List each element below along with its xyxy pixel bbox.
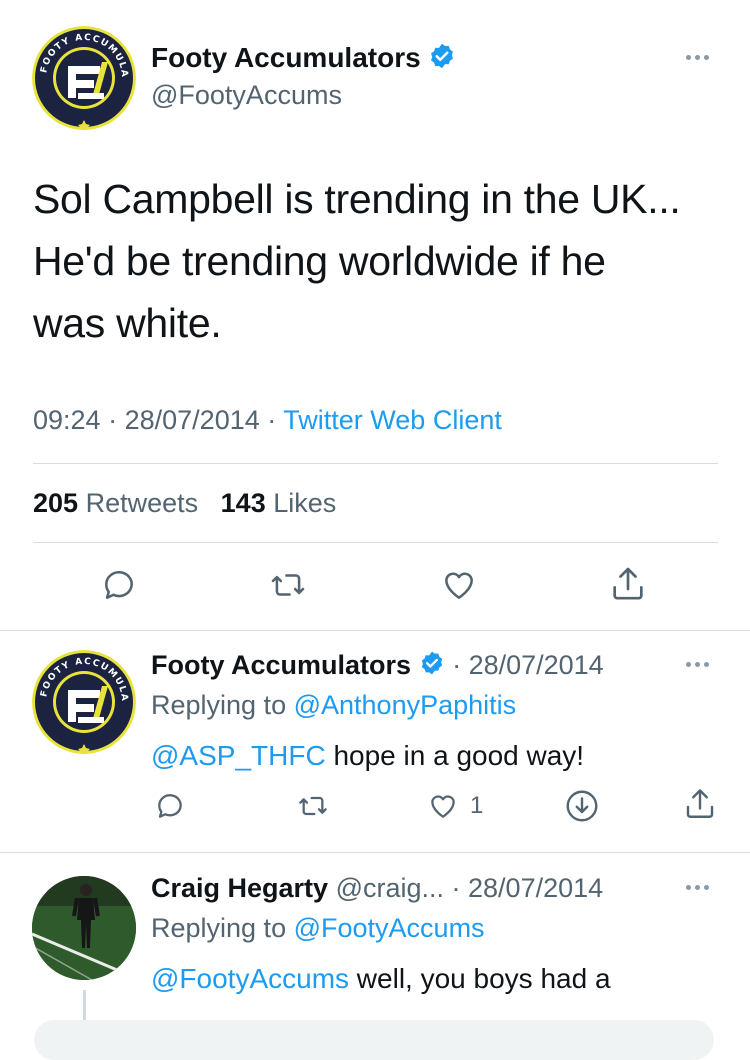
tweet-date: 28/07/2014 xyxy=(124,405,260,435)
retweets-stat[interactable]: 205 Retweets xyxy=(33,488,198,518)
author-name[interactable]: Craig Hegarty xyxy=(151,873,328,903)
more-options-icon[interactable] xyxy=(686,885,709,890)
like-button[interactable]: 1 xyxy=(426,790,483,822)
like-button[interactable] xyxy=(439,566,479,604)
thread-line xyxy=(83,990,86,1020)
verified-badge-icon xyxy=(428,42,456,77)
author-handle[interactable]: @FootyAccums xyxy=(151,80,342,111)
avatar[interactable]: FOOTY ACCUMULATORS xyxy=(32,650,136,754)
tweet-text-line: Sol Campbell is trending in the UK... xyxy=(33,176,681,222)
mention-link[interactable]: @FootyAccums xyxy=(151,963,349,994)
retweet-button[interactable] xyxy=(268,566,308,604)
mention-link[interactable]: @ASP_THFC xyxy=(151,740,326,771)
divider xyxy=(33,542,718,543)
replying-to: Replying to @AnthonyPaphitis xyxy=(151,690,516,721)
retweet-icon xyxy=(271,574,305,596)
reply-header: Craig Hegarty @craig... · 28/07/2014 xyxy=(151,873,603,904)
reply-text: @FootyAccums well, you boys had a xyxy=(151,963,611,995)
heart-icon xyxy=(445,572,473,599)
retweet-icon xyxy=(299,796,327,816)
reply-text: @ASP_THFC hope in a good way! xyxy=(151,740,584,772)
likes-label: Likes xyxy=(273,488,337,518)
reply-date[interactable]: · 28/07/2014 xyxy=(452,650,604,680)
more-options-icon[interactable] xyxy=(686,55,709,60)
tweet-text: Sol Campbell is trending in the UK... He… xyxy=(33,168,733,354)
author-name-text[interactable]: Footy Accumulators xyxy=(151,42,421,73)
replying-to-link[interactable]: @AnthonyPaphitis xyxy=(294,690,517,720)
reply-button[interactable] xyxy=(154,790,186,822)
reply-icon xyxy=(105,571,133,599)
profile-photo-icon xyxy=(32,876,136,980)
reply-header: Footy Accumulators · 28/07/2014 xyxy=(151,650,604,683)
tweet-meta: 09:24 · 28/07/2014 · Twitter Web Client xyxy=(33,405,502,436)
avatar[interactable] xyxy=(32,876,136,980)
footy-accumulators-logo-icon: FOOTY ACCUMULATORS xyxy=(32,650,136,754)
like-count: 1 xyxy=(470,792,484,819)
verified-badge-icon xyxy=(419,650,445,683)
divider xyxy=(0,630,750,631)
replying-to: Replying to @FootyAccums xyxy=(151,913,485,944)
download-circle-icon xyxy=(566,790,598,822)
author-name[interactable]: Footy Accumulators xyxy=(151,42,456,77)
reply-input-bar[interactable] xyxy=(34,1020,714,1060)
retweets-count: 205 xyxy=(33,488,79,518)
retweets-label: Retweets xyxy=(85,488,199,518)
heart-icon xyxy=(431,795,455,818)
meta-separator: · xyxy=(108,405,118,435)
author-name[interactable]: Footy Accumulators xyxy=(151,650,411,680)
replying-to-link[interactable]: @FootyAccums xyxy=(294,913,485,943)
more-options-icon[interactable] xyxy=(686,662,709,667)
avatar[interactable]: FOOTY ACCUMULATORS xyxy=(32,26,136,130)
retweet-button[interactable] xyxy=(296,790,330,822)
reply-body: well, you boys had a xyxy=(349,963,611,994)
likes-stat[interactable]: 143 Likes xyxy=(221,488,337,518)
reply-icon xyxy=(158,794,182,818)
tweet-stats: 205 Retweets 143 Likes xyxy=(33,488,336,519)
share-icon xyxy=(686,789,714,818)
reply-button[interactable] xyxy=(100,566,138,604)
tweet-text-line: He'd be trending worldwide if he xyxy=(33,238,606,284)
replying-to-prefix: Replying to xyxy=(151,913,287,943)
author-handle[interactable]: @craig... xyxy=(336,873,444,903)
reply-date[interactable]: · 28/07/2014 xyxy=(452,873,604,903)
replying-to-prefix: Replying to xyxy=(151,690,287,720)
footy-accumulators-logo-icon: FOOTY ACCUMULATORS xyxy=(32,26,136,130)
share-button[interactable] xyxy=(608,564,648,604)
meta-separator: · xyxy=(267,405,277,435)
tweet-time: 09:24 xyxy=(33,405,101,435)
share-icon xyxy=(613,567,643,600)
download-button[interactable] xyxy=(564,788,600,824)
divider xyxy=(0,852,750,853)
likes-count: 143 xyxy=(220,488,266,518)
tweet-text-line: was white. xyxy=(33,300,222,346)
tweet-client-link[interactable]: Twitter Web Client xyxy=(283,405,502,435)
reply-body: hope in a good way! xyxy=(325,740,585,771)
share-button[interactable] xyxy=(682,786,718,822)
divider xyxy=(33,463,718,464)
